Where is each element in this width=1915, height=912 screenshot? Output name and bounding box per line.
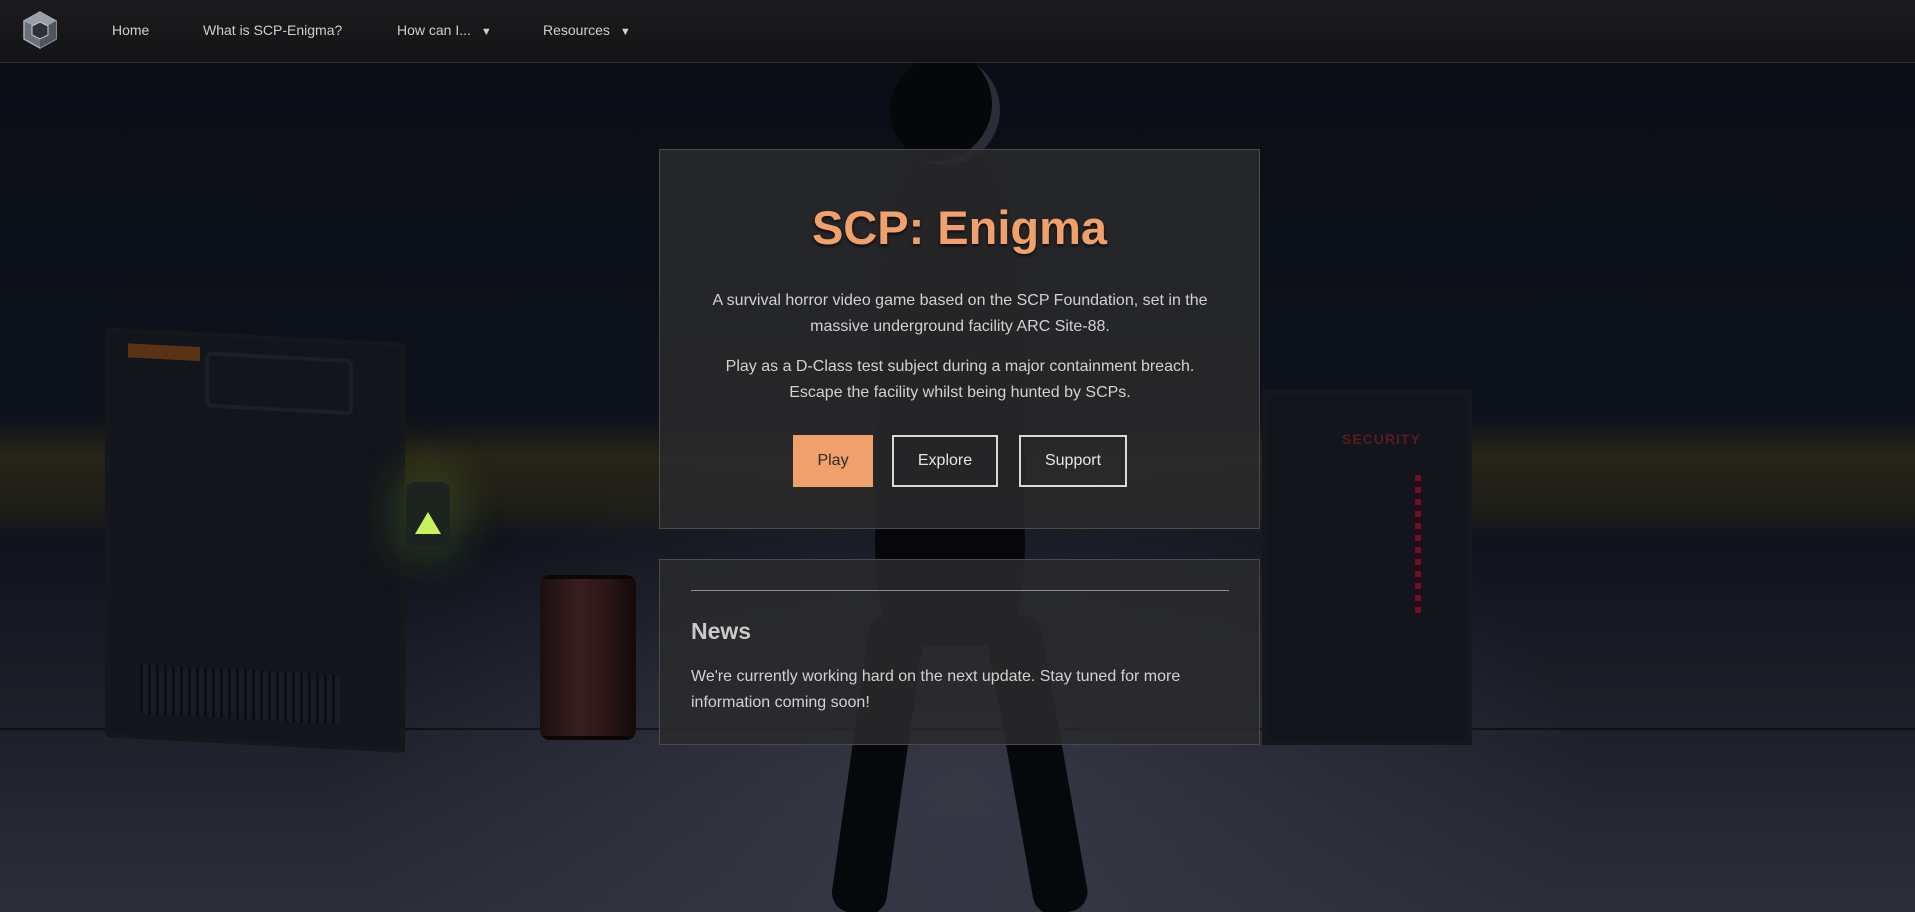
cube-logo-icon bbox=[23, 11, 57, 49]
nav-item-label: Home bbox=[112, 22, 150, 38]
facility-door-right: SECURITY bbox=[1262, 390, 1472, 745]
divider bbox=[691, 590, 1229, 591]
warning-triangle-icon bbox=[415, 512, 441, 534]
door-tag bbox=[128, 343, 200, 362]
nav-item-how-can-i[interactable]: How can I... ▼ bbox=[397, 22, 492, 38]
page-title: SCP: Enigma bbox=[811, 201, 1108, 254]
door-vent bbox=[140, 663, 340, 725]
nav-item-home[interactable]: Home bbox=[112, 22, 149, 38]
barrel bbox=[540, 575, 636, 740]
nav-item-label: What is SCP-Enigma? bbox=[203, 22, 343, 38]
nav-item-what-is[interactable]: What is SCP-Enigma? bbox=[203, 22, 342, 38]
nav-item-label: How can I... bbox=[397, 22, 471, 38]
door-warning-stripe bbox=[1415, 475, 1421, 615]
hero-tagline: Play as a D-Class test subject during a … bbox=[725, 358, 1195, 401]
door-sign-label: SECURITY bbox=[1342, 431, 1421, 447]
play-button[interactable]: Play bbox=[793, 435, 873, 487]
top-nav-bar: Home What is SCP-Enigma? How can I... ▼ R… bbox=[0, 0, 1915, 63]
explore-button[interactable]: Explore bbox=[892, 435, 998, 487]
chevron-down-icon: ▼ bbox=[480, 26, 492, 38]
news-body: We're currently working hard on the next… bbox=[691, 668, 1181, 711]
nav-item-resources[interactable]: Resources ▼ bbox=[543, 22, 631, 38]
door-window bbox=[205, 351, 353, 416]
chevron-down-icon: ▼ bbox=[619, 26, 631, 38]
site-logo[interactable] bbox=[21, 10, 59, 50]
news-heading: News bbox=[691, 618, 752, 644]
support-button[interactable]: Support bbox=[1019, 435, 1127, 487]
nav-item-label: Resources bbox=[543, 22, 610, 38]
hero-description: A survival horror video game based on th… bbox=[712, 292, 1208, 335]
exit-sign bbox=[406, 482, 450, 546]
facility-door-left bbox=[105, 327, 405, 753]
hero-card: SCP: Enigma A survival horror video game… bbox=[659, 149, 1260, 529]
news-card: News We're currently working hard on the… bbox=[659, 559, 1260, 745]
